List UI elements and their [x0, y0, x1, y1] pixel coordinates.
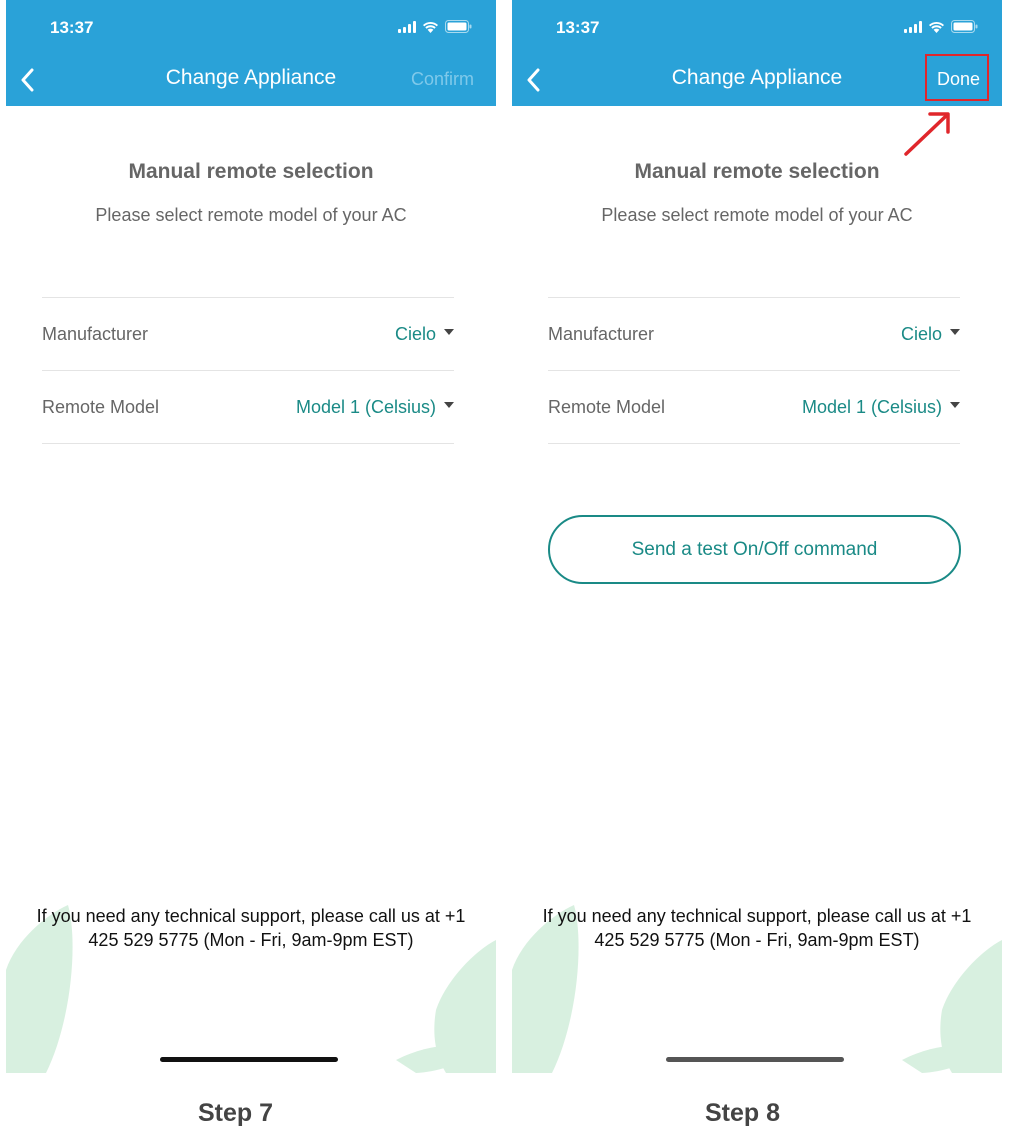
divider — [42, 443, 454, 444]
dropdown-caret-icon — [444, 328, 454, 335]
remote-model-select[interactable]: Model 1 (Celsius) — [296, 397, 454, 418]
page-heading: Manual remote selection — [634, 160, 880, 183]
signal-icon — [904, 20, 922, 33]
wifi-icon — [422, 21, 439, 33]
remote-model-value: Model 1 (Celsius) — [295, 397, 436, 417]
phone-screen-step-8: 13:37 Change Appliance Done Manual remot… — [512, 0, 1002, 1073]
home-indicator[interactable] — [666, 1057, 844, 1062]
red-arrow-icon — [904, 112, 950, 156]
remote-model-label: Remote Model — [548, 397, 666, 417]
status-time: 13:37 — [50, 18, 94, 37]
status-time: 13:37 — [556, 18, 600, 37]
status-icons — [904, 20, 978, 33]
phone-screen-step-7: 13:37 Change Appliance Confirm Manual re… — [6, 0, 496, 1073]
divider — [548, 297, 960, 298]
page-subheading: Please select remote model of your AC — [601, 205, 913, 225]
signal-icon — [398, 20, 416, 33]
manufacturer-value: Cielo — [394, 324, 436, 344]
divider — [548, 443, 960, 444]
remote-model-value: Model 1 (Celsius) — [801, 397, 942, 417]
remote-model-select[interactable]: Model 1 (Celsius) — [802, 397, 960, 418]
step-caption: Step 7 — [198, 1099, 274, 1127]
dropdown-caret-icon — [950, 401, 960, 408]
nav-bar: 13:37 Change Appliance Done — [512, 0, 1002, 106]
manufacturer-select[interactable]: Cielo — [901, 324, 960, 345]
support-text: If you need any technical support, pleas… — [542, 906, 972, 950]
manufacturer-label: Manufacturer — [548, 324, 655, 344]
battery-icon — [951, 20, 978, 33]
remote-model-label: Remote Model — [42, 397, 160, 417]
confirm-button[interactable]: Confirm — [411, 69, 474, 90]
nav-bar: 13:37 Change Appliance Confirm — [6, 0, 496, 106]
support-text: If you need any technical support, pleas… — [36, 906, 466, 950]
manufacturer-value: Cielo — [900, 324, 942, 344]
page-heading: Manual remote selection — [128, 160, 374, 183]
dropdown-caret-icon — [444, 401, 454, 408]
battery-icon — [445, 20, 472, 33]
home-indicator[interactable] — [160, 1057, 338, 1062]
page-subheading: Please select remote model of your AC — [95, 205, 407, 225]
divider — [42, 297, 454, 298]
step-caption: Step 8 — [705, 1099, 781, 1127]
manufacturer-select[interactable]: Cielo — [395, 324, 454, 345]
status-icons — [398, 20, 472, 33]
divider — [42, 370, 454, 371]
wifi-icon — [928, 21, 945, 33]
divider — [548, 370, 960, 371]
done-highlight-box — [925, 54, 989, 101]
manufacturer-label: Manufacturer — [42, 324, 149, 344]
dropdown-caret-icon — [950, 328, 960, 335]
send-test-command-button[interactable]: Send a test On/Off command — [548, 515, 961, 584]
